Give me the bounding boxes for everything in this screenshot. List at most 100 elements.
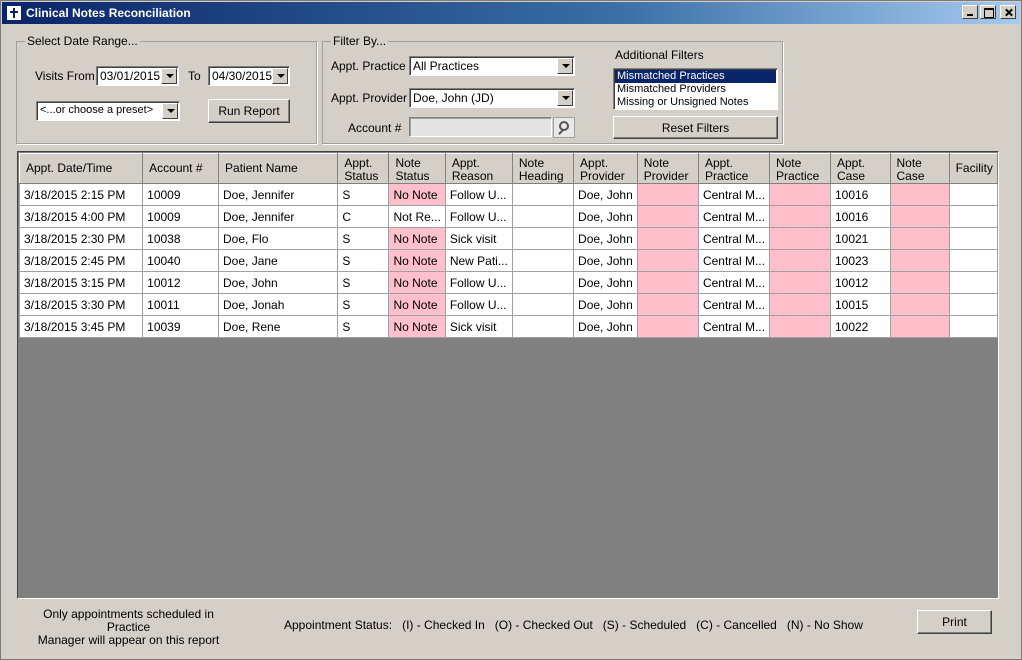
table-cell[interactable]: [768, 205, 831, 228]
table-cell[interactable]: [948, 183, 999, 206]
column-header-8[interactable]: Note Provider: [636, 153, 699, 184]
column-header-4[interactable]: Note Status: [388, 153, 446, 184]
table-cell[interactable]: [889, 315, 950, 338]
table-cell[interactable]: 3/18/2015 4:00 PM: [18, 205, 144, 228]
table-cell[interactable]: 10038: [142, 227, 220, 250]
filter-item-mismatched-providers[interactable]: Mismatched Providers: [615, 83, 776, 96]
column-header-11[interactable]: Appt. Case: [829, 153, 891, 184]
table-row[interactable]: 3/18/2015 3:15 PM 10012 Doe, John S No Note F…: [18, 271, 999, 294]
column-header-5[interactable]: Appt. Reason: [444, 153, 513, 184]
table-cell[interactable]: Doe, John: [218, 271, 339, 294]
table-cell[interactable]: No Note: [388, 227, 446, 250]
table-cell[interactable]: Doe, Flo: [218, 227, 339, 250]
table-cell[interactable]: No Note: [388, 183, 446, 206]
table-cell[interactable]: 10012: [829, 271, 891, 294]
table-cell[interactable]: No Note: [388, 315, 446, 338]
table-cell[interactable]: [636, 271, 699, 294]
table-cell[interactable]: Follow U...: [444, 183, 513, 206]
column-header-10[interactable]: Note Practice: [768, 153, 831, 184]
table-cell[interactable]: 3/18/2015 2:45 PM: [18, 249, 144, 272]
table-cell[interactable]: S: [337, 227, 390, 250]
from-date-picker[interactable]: 03/01/2015: [96, 66, 179, 86]
table-cell[interactable]: 3/18/2015 3:15 PM: [18, 271, 144, 294]
table-cell[interactable]: [768, 271, 831, 294]
table-cell[interactable]: Doe, Jane: [218, 249, 339, 272]
table-cell[interactable]: 3/18/2015 3:45 PM: [18, 315, 144, 338]
table-cell[interactable]: Doe, John: [573, 315, 638, 338]
table-cell[interactable]: 10021: [829, 227, 891, 250]
account-input[interactable]: [409, 117, 552, 137]
table-cell[interactable]: 10011: [142, 293, 220, 316]
table-cell[interactable]: [511, 227, 575, 250]
table-cell[interactable]: No Note: [388, 271, 446, 294]
table-cell[interactable]: Central M...: [697, 205, 770, 228]
table-cell[interactable]: Doe, Rene: [218, 315, 339, 338]
table-cell[interactable]: Central M...: [697, 293, 770, 316]
table-cell[interactable]: [636, 315, 699, 338]
table-row[interactable]: 3/18/2015 4:00 PM 10009 Doe, Jennifer C Not …: [18, 205, 999, 228]
table-cell[interactable]: [768, 293, 831, 316]
table-cell[interactable]: [768, 227, 831, 250]
table-cell[interactable]: [889, 249, 950, 272]
table-cell[interactable]: [636, 249, 699, 272]
table-cell[interactable]: [768, 183, 831, 206]
practice-select[interactable]: All Practices: [409, 56, 575, 76]
filter-item-mismatched-practices[interactable]: Mismatched Practices: [615, 70, 776, 83]
close-icon[interactable]: [1000, 5, 1016, 19]
table-cell[interactable]: 10022: [829, 315, 891, 338]
table-cell[interactable]: [948, 227, 999, 250]
column-header-3[interactable]: Appt. Status: [337, 153, 390, 184]
table-cell[interactable]: [889, 227, 950, 250]
minimize-icon[interactable]: [962, 5, 978, 19]
table-row[interactable]: 3/18/2015 2:30 PM 10038 Doe, Flo S No Note Si…: [18, 227, 999, 250]
table-cell[interactable]: [511, 271, 575, 294]
table-cell[interactable]: [768, 249, 831, 272]
table-cell[interactable]: [768, 315, 831, 338]
table-cell[interactable]: [889, 183, 950, 206]
table-cell[interactable]: [948, 249, 999, 272]
table-cell[interactable]: [636, 293, 699, 316]
table-cell[interactable]: [889, 205, 950, 228]
table-cell[interactable]: [511, 293, 575, 316]
table-cell[interactable]: Doe, John: [573, 249, 638, 272]
practice-dropdown-icon[interactable]: [557, 58, 573, 74]
table-cell[interactable]: 10009: [142, 205, 220, 228]
table-cell[interactable]: 3/18/2015 3:30 PM: [18, 293, 144, 316]
table-row[interactable]: 3/18/2015 2:15 PM 10009 Doe, Jennifer S No N…: [18, 183, 999, 206]
table-cell[interactable]: 3/18/2015 2:15 PM: [18, 183, 144, 206]
table-cell[interactable]: [511, 249, 575, 272]
table-cell[interactable]: Doe, Jonah: [218, 293, 339, 316]
table-cell[interactable]: 10040: [142, 249, 220, 272]
table-cell[interactable]: New Pati...: [444, 249, 513, 272]
column-header-12[interactable]: Note Case: [889, 153, 950, 184]
table-cell[interactable]: 10015: [829, 293, 891, 316]
table-cell[interactable]: Doe, Jennifer: [218, 183, 339, 206]
to-date-picker[interactable]: 04/30/2015: [208, 66, 290, 86]
maximize-icon[interactable]: [980, 5, 996, 19]
column-header-9[interactable]: Appt. Practice: [697, 153, 770, 184]
column-header-7[interactable]: Appt. Provider: [573, 153, 638, 184]
preset-select[interactable]: <...or choose a preset>: [36, 101, 180, 121]
column-header-1[interactable]: Account #: [142, 153, 220, 184]
provider-select[interactable]: Doe, John (JD): [409, 88, 575, 108]
table-cell[interactable]: Sick visit: [444, 315, 513, 338]
table-cell[interactable]: [511, 205, 575, 228]
table-cell[interactable]: [636, 205, 699, 228]
print-button[interactable]: Print: [917, 610, 992, 634]
additional-filters-list[interactable]: Mismatched Practices Mismatched Provider…: [613, 68, 778, 110]
table-cell[interactable]: Not Re...: [388, 205, 446, 228]
table-cell[interactable]: [511, 315, 575, 338]
table-cell[interactable]: [948, 315, 999, 338]
preset-dropdown-icon[interactable]: [162, 103, 178, 119]
table-cell[interactable]: 10023: [829, 249, 891, 272]
table-cell[interactable]: Sick visit: [444, 227, 513, 250]
provider-dropdown-icon[interactable]: [557, 90, 573, 106]
table-cell[interactable]: Doe, John: [573, 183, 638, 206]
table-cell[interactable]: Central M...: [697, 249, 770, 272]
table-cell[interactable]: Central M...: [697, 315, 770, 338]
column-header-13[interactable]: Facility: [948, 153, 999, 184]
table-row[interactable]: 3/18/2015 3:30 PM 10011 Doe, Jonah S No Note…: [18, 293, 999, 316]
title-bar[interactable]: Clinical Notes Reconciliation: [2, 2, 1020, 24]
table-cell[interactable]: [948, 293, 999, 316]
table-cell[interactable]: Follow U...: [444, 271, 513, 294]
